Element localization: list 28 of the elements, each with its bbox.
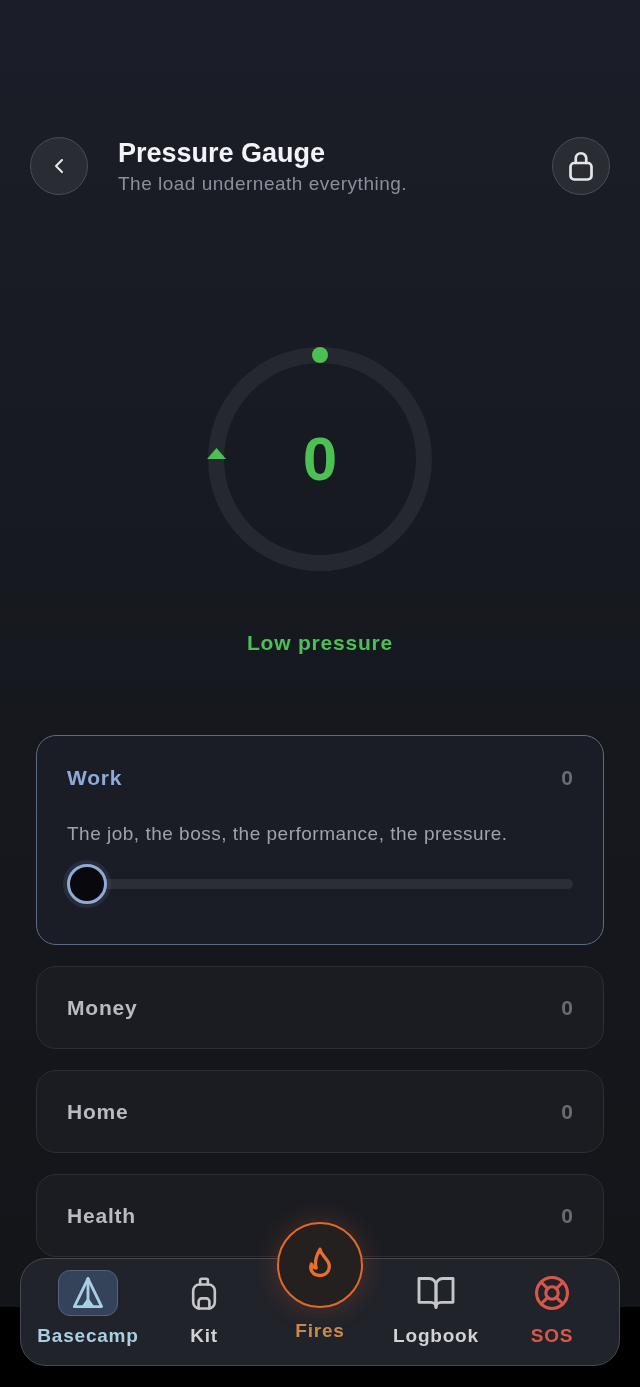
gauge-value: 0 [302, 427, 338, 491]
category-score: 0 [561, 1098, 573, 1125]
nav-tab[interactable]: Basecamp [37, 1258, 139, 1348]
category-score: 0 [561, 1202, 573, 1229]
page-title: Pressure Gauge [118, 137, 327, 168]
slider-thumb[interactable] [67, 864, 107, 904]
category-name: Home [67, 1098, 129, 1125]
nav-tab[interactable]: SOS [522, 1258, 582, 1348]
tent-icon [58, 1270, 118, 1316]
triangle-marker-icon [207, 448, 226, 459]
category-card[interactable]: Home 0 [36, 1070, 604, 1153]
page-subtitle: The load underneath everything. [118, 172, 409, 195]
category-name: Health [67, 1202, 136, 1229]
lock-icon [569, 151, 593, 181]
slider-track[interactable] [67, 864, 573, 904]
nav-tab[interactable]: Kit [174, 1258, 234, 1348]
category-card[interactable]: Money 0 [36, 966, 604, 1049]
category-name: Money [67, 994, 138, 1021]
category-card[interactable]: Health 0 [36, 1174, 604, 1257]
nav-tab[interactable]: Logbook [393, 1258, 479, 1348]
category-name: Work [67, 765, 123, 791]
category-description: The job, the boss, the performance, the pressure. [67, 823, 509, 845]
pressure-status: Low pressure [246, 630, 394, 656]
indicator-dot-icon [312, 347, 328, 363]
chevron-left-icon [55, 159, 63, 173]
category-score: 0 [561, 765, 573, 791]
category-card[interactable]: Work 0 The job, the boss, the performance, the pressure. [36, 735, 604, 945]
category-score: 0 [561, 994, 573, 1021]
